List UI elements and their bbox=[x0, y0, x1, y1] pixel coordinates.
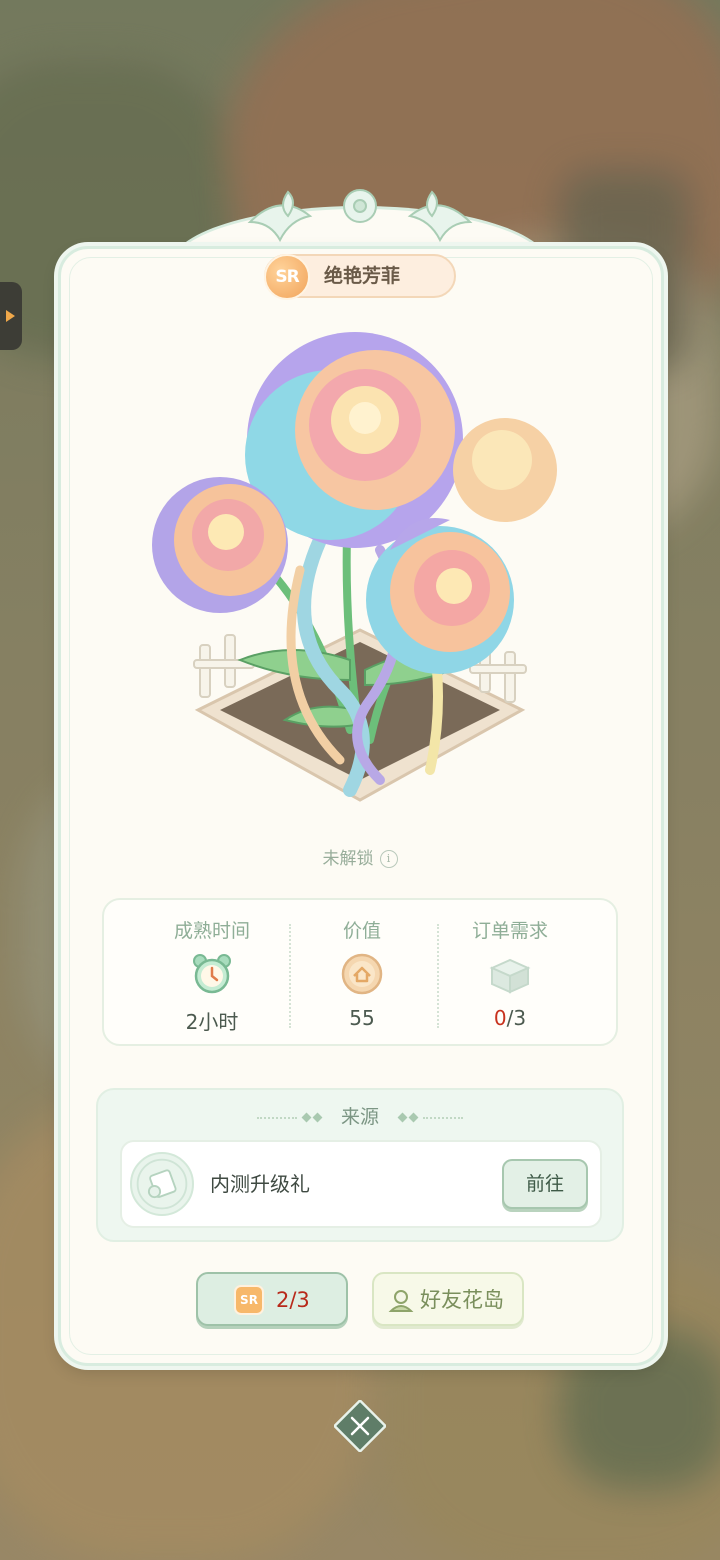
box-icon bbox=[489, 958, 531, 994]
item-title-pill: SR 绝艳芳菲 bbox=[264, 254, 456, 300]
order-current: 0 bbox=[493, 1006, 507, 1030]
stat-order-demand: 订单需求 0/3 bbox=[435, 900, 585, 1048]
info-icon[interactable]: i bbox=[379, 850, 398, 868]
stat-label: 订单需求 bbox=[471, 920, 548, 942]
stat-value-price: 价值 55 bbox=[287, 900, 437, 1048]
flower-illustration bbox=[152, 332, 557, 802]
alarm-clock-icon bbox=[193, 954, 231, 994]
friend-island-button[interactable]: 好友花岛 bbox=[372, 1272, 524, 1326]
collection-count: 2/3 bbox=[276, 1288, 310, 1312]
stat-value: 0/3 bbox=[435, 1006, 585, 1030]
stat-label: 价值 bbox=[342, 920, 381, 942]
stat-mature-time: 成熟时间 2小时 bbox=[137, 900, 287, 1048]
rarity-badge: SR bbox=[264, 254, 310, 300]
item-name: 绝艳芳菲 bbox=[324, 265, 401, 287]
source-title: 来源 bbox=[340, 1106, 379, 1128]
collection-count-button[interactable]: SR 2/3 bbox=[196, 1272, 348, 1326]
side-expand-tab[interactable] bbox=[0, 282, 22, 350]
source-header: 来源 bbox=[98, 1102, 622, 1129]
order-total: /3 bbox=[506, 1006, 527, 1030]
source-section: 来源 内测升级礼 前往 bbox=[96, 1088, 624, 1242]
stat-label: 成熟时间 bbox=[173, 920, 250, 942]
close-icon[interactable] bbox=[334, 1400, 386, 1452]
stat-value: 2小时 bbox=[185, 1010, 239, 1034]
scroll-icon bbox=[130, 1152, 194, 1216]
source-item: 内测升级礼 前往 bbox=[120, 1140, 602, 1228]
coin-icon bbox=[341, 953, 383, 995]
friend-icon bbox=[388, 1290, 414, 1312]
lock-status: 未解锁 i bbox=[0, 844, 720, 869]
goto-button[interactable]: 前往 bbox=[502, 1159, 588, 1209]
stat-value: 55 bbox=[349, 1006, 375, 1030]
friend-island-label: 好友花岛 bbox=[420, 1288, 504, 1312]
crown-ornament-icon bbox=[247, 189, 473, 243]
lock-status-text: 未解锁 bbox=[322, 849, 374, 869]
sr-card-icon: SR bbox=[234, 1285, 264, 1315]
source-item-label: 内测升级礼 bbox=[210, 1172, 310, 1196]
stats-panel: 成熟时间 2小时 价值 55 订单需求 0/3 bbox=[102, 898, 618, 1046]
